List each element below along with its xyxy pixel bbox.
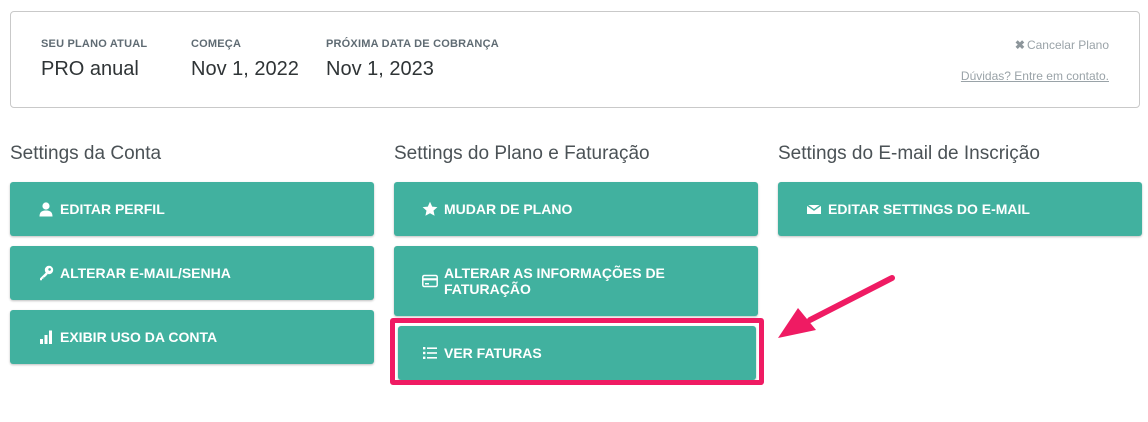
plan-summary-box: SEU PLANO ATUAL PRO anual COMEÇA Nov 1, … (10, 11, 1140, 108)
start-date-value: Nov 1, 2022 (191, 58, 299, 80)
next-billing-label: PRÓXIMA DATA DE COBRANÇA (326, 38, 499, 50)
contact-link[interactable]: Dúvidas? Entre em contato. (961, 69, 1109, 83)
change-plan-button[interactable]: MUDAR DE PLANO (394, 182, 758, 236)
edit-profile-label: EDITAR PERFIL (60, 201, 165, 217)
edit-email-settings-button[interactable]: EDITAR SETTINGS DO E-MAIL (778, 182, 1142, 236)
view-account-usage-label: EXIBIR USO DA CONTA (60, 329, 218, 345)
arrow-annotation-icon (778, 275, 895, 338)
view-invoices-button[interactable]: VER FATURAS (398, 326, 756, 380)
start-date-column: COMEÇA Nov 1, 2022 (191, 38, 299, 81)
key-icon (40, 265, 54, 281)
bar-chart-icon (40, 330, 52, 344)
email-settings-title: Settings do E-mail de Inscrição (778, 143, 1040, 164)
view-invoices-label: VER FATURAS (444, 345, 542, 361)
view-account-usage-button[interactable]: EXIBIR USO DA CONTA (10, 310, 374, 364)
cancel-plan-label: Cancelar Plano (1026, 38, 1109, 52)
next-billing-column: PRÓXIMA DATA DE COBRANÇA Nov 1, 2023 (326, 38, 499, 81)
current-plan-column: SEU PLANO ATUAL PRO anual (41, 38, 147, 81)
close-icon: ✖ (1014, 38, 1025, 52)
list-icon (423, 347, 437, 359)
next-billing-value: Nov 1, 2023 (326, 58, 434, 80)
star-icon (422, 201, 438, 216)
change-plan-label: MUDAR DE PLANO (444, 201, 573, 217)
envelope-icon (806, 204, 822, 214)
change-billing-info-label: ALTERAR AS INFORMAÇÕES DE FATURAÇÃO (444, 265, 665, 297)
current-plan-label: SEU PLANO ATUAL (41, 38, 148, 50)
edit-profile-button[interactable]: EDITAR PERFIL (10, 182, 374, 236)
change-email-password-button[interactable]: ALTERAR E-MAIL/SENHA (10, 246, 374, 300)
current-plan-value: PRO anual (41, 58, 139, 80)
cancel-plan-link[interactable]: ✖ Cancelar Plano (1015, 38, 1109, 52)
billing-settings-title: Settings do Plano e Faturação (394, 143, 650, 164)
edit-email-settings-label: EDITAR SETTINGS DO E-MAIL (828, 201, 1030, 217)
start-date-label: COMEÇA (191, 38, 242, 50)
credit-card-icon (422, 274, 438, 288)
change-email-password-label: ALTERAR E-MAIL/SENHA (60, 265, 231, 281)
change-billing-info-button[interactable]: ALTERAR AS INFORMAÇÕES DE FATURAÇÃO (394, 246, 758, 316)
user-icon (39, 202, 53, 217)
account-settings-title: Settings da Conta (10, 143, 162, 164)
